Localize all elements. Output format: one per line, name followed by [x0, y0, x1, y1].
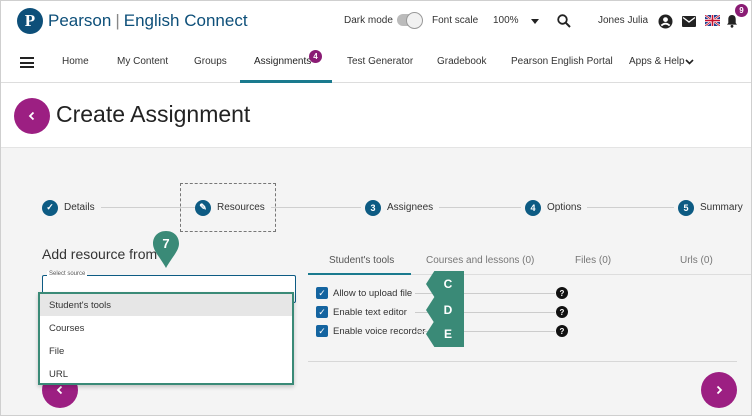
chevron-left-icon — [28, 111, 35, 121]
tab-urls[interactable]: Urls (0) — [680, 255, 713, 266]
dark-mode-label: Dark mode — [344, 15, 393, 26]
top-bar: P Pearson | English Connect Dark mode Font… — [1, 1, 751, 42]
mail-icon[interactable] — [681, 14, 697, 28]
nav-pearson-english-portal[interactable]: Pearson English Portal — [511, 56, 613, 67]
help-icon[interactable]: ? — [556, 325, 568, 337]
option-voice-recorder[interactable]: ✓ Enable voice recorder — [316, 324, 425, 338]
checkbox-checked-icon[interactable]: ✓ — [316, 306, 328, 318]
source-dropdown-menu: Student's tools Courses File URL — [38, 292, 294, 385]
user-name[interactable]: Jones Julia — [598, 15, 648, 26]
nav-my-content[interactable]: My Content — [117, 56, 168, 67]
page-title: Create Assignment — [56, 101, 251, 127]
resource-tabs: Student's tools Courses and lessons (0) … — [308, 250, 751, 275]
step-label: Summary — [700, 202, 743, 213]
nav-test-generator[interactable]: Test Generator — [347, 56, 413, 67]
chevron-right-icon — [716, 385, 723, 395]
brand-title: Pearson | English Connect — [48, 11, 248, 31]
select-source-legend: Select source — [47, 271, 88, 277]
dropdown-option-url[interactable]: URL — [40, 363, 292, 385]
tab-active-indicator — [308, 273, 411, 275]
nav-assignments[interactable]: Assignments — [254, 56, 311, 67]
help-icon[interactable]: ? — [556, 287, 568, 299]
dropdown-option-file[interactable]: File — [40, 340, 292, 362]
notifications-badge: 9 — [735, 4, 748, 17]
dark-mode-toggle[interactable] — [397, 12, 423, 29]
checkbox-checked-icon[interactable]: ✓ — [316, 325, 328, 337]
step-details[interactable]: ✓ Details — [42, 199, 101, 216]
menu-icon[interactable] — [20, 57, 34, 68]
check-icon: ✓ — [42, 199, 58, 216]
add-resource-heading: Add resource from — [42, 246, 158, 262]
brand-separator: | — [115, 11, 120, 30]
font-scale-label: Font scale — [432, 15, 479, 26]
zoom-value[interactable]: 100% — [493, 15, 519, 26]
chevron-down-icon[interactable] — [684, 58, 694, 66]
option-label: Allow to upload file — [333, 287, 413, 299]
pencil-icon: ✎ — [195, 199, 211, 216]
option-upload-file[interactable]: ✓ Allow to upload file — [316, 286, 412, 300]
option-label: Enable voice recorder — [333, 325, 426, 337]
step-label: Assignees — [387, 202, 434, 213]
tab-courses-and-lessons[interactable]: Courses and lessons (0) — [426, 255, 534, 266]
main-nav: Home My Content Groups Assignments 4 Tes… — [1, 42, 751, 83]
next-step-button[interactable] — [701, 372, 737, 408]
nav-apps-help[interactable]: Apps & Help — [629, 56, 685, 67]
brand-product: English Connect — [123, 11, 248, 30]
dropdown-option-courses[interactable]: Courses — [40, 317, 292, 339]
back-button[interactable] — [14, 98, 50, 134]
pearson-logo-icon: P — [17, 8, 43, 34]
step-number: 5 — [678, 199, 694, 216]
checkbox-checked-icon[interactable]: ✓ — [316, 287, 328, 299]
step-label: Options — [547, 202, 582, 213]
step-resources[interactable]: ✎ Resources — [195, 199, 271, 216]
step-label: Details — [64, 202, 95, 213]
nav-groups[interactable]: Groups — [194, 56, 227, 67]
search-icon[interactable] — [556, 13, 572, 29]
step-summary[interactable]: 5 Summary — [674, 199, 749, 216]
nav-home[interactable]: Home — [62, 56, 89, 67]
step-label: Resources — [217, 202, 265, 213]
help-icon[interactable]: ? — [556, 306, 568, 318]
callout-7-label: 7 — [162, 236, 169, 251]
dropdown-option-students-tools[interactable]: Student's tools — [40, 294, 292, 316]
page-header: Create Assignment — [1, 83, 751, 148]
tab-files[interactable]: Files (0) — [575, 255, 611, 266]
account-icon[interactable] — [657, 13, 673, 29]
option-text-editor[interactable]: ✓ Enable text editor — [316, 305, 407, 319]
brand-name: Pearson — [48, 11, 112, 30]
content-divider — [308, 361, 737, 362]
step-number: 4 — [525, 199, 541, 216]
step-options[interactable]: 4 Options — [521, 199, 588, 216]
app-window: P Pearson | English Connect Dark mode Font… — [0, 0, 752, 416]
chevron-left-icon — [56, 385, 63, 395]
nav-gradebook[interactable]: Gradebook — [437, 56, 486, 67]
step-assignees[interactable]: 3 Assignees — [361, 199, 440, 216]
zoom-dropdown-icon[interactable] — [531, 19, 539, 24]
tab-students-tools[interactable]: Student's tools — [329, 255, 394, 266]
callout-7: 7 — [153, 231, 179, 268]
uk-flag-icon[interactable] — [704, 14, 720, 26]
step-number: 3 — [365, 199, 381, 216]
option-label: Enable text editor — [333, 306, 407, 318]
assignments-badge: 4 — [309, 50, 322, 63]
